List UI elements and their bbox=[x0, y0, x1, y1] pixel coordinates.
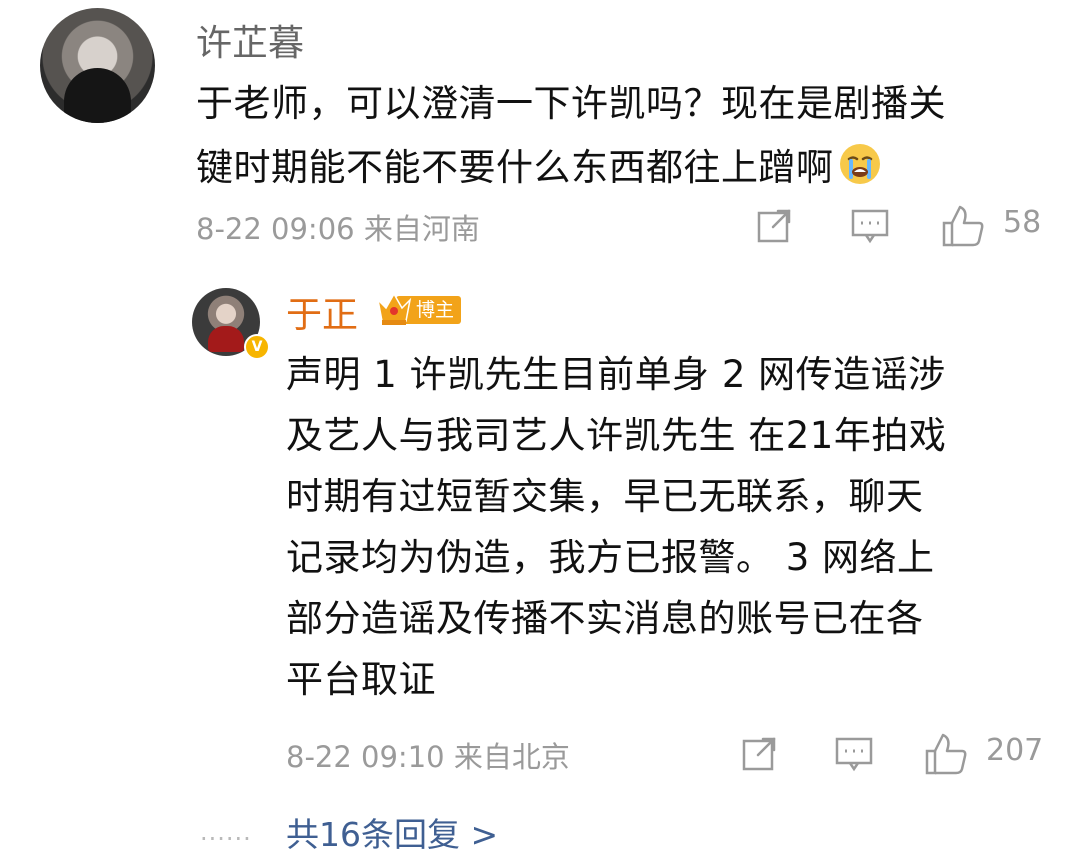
share-icon[interactable] bbox=[740, 733, 780, 773]
crying-face-emoji-icon bbox=[838, 142, 882, 186]
reply-username[interactable]: 于正 bbox=[286, 286, 358, 338]
thumbs-up-icon[interactable] bbox=[923, 731, 969, 777]
more-dots: ...... bbox=[200, 818, 252, 846]
reply-meta: 8-22 09:10 来自北京 bbox=[286, 740, 570, 774]
avatar[interactable] bbox=[40, 8, 155, 123]
reply-text-line: 声明 1 许凯先生目前单身 2 网传造谣涉 bbox=[286, 353, 946, 396]
comment-text-line-with-emoji: 键时期能不能不要什么东西都往上蹭啊 bbox=[196, 136, 1056, 200]
comment-text: 于老师，可以澄清一下许凯吗？现在是剧播关 键时期能不能不要什么东西都往上蹭啊 bbox=[196, 72, 1056, 200]
comment-meta: 8-22 09:06 来自河南 bbox=[196, 212, 480, 246]
reply-text-line: 时期有过短暂交集，早已无联系，聊天 bbox=[286, 475, 924, 518]
comment-username[interactable]: 许芷暮 bbox=[196, 14, 304, 66]
blogger-badge: 博主 bbox=[374, 290, 462, 328]
thumbs-up-icon[interactable] bbox=[940, 203, 986, 249]
like-count: 207 bbox=[986, 733, 1044, 768]
like-count: 58 bbox=[1003, 205, 1042, 240]
share-icon[interactable] bbox=[755, 205, 795, 245]
crown-icon bbox=[374, 290, 414, 326]
reply-text: 声明 1 许凯先生目前单身 2 网传造谣涉 及艺人与我司艺人许凯先生 在21年拍… bbox=[286, 344, 1046, 710]
comment-text-line: 于老师，可以澄清一下许凯吗？现在是剧播关 bbox=[196, 82, 946, 125]
reply-text-line: 记录均为伪造，我方已报警。 3 网络上 bbox=[286, 536, 935, 579]
comment-icon[interactable] bbox=[834, 733, 874, 773]
verified-badge: V bbox=[244, 334, 270, 360]
reply-text-line: 平台取证 bbox=[286, 658, 436, 701]
view-replies-link[interactable]: 共16条回复 > bbox=[286, 808, 498, 856]
comment-icon[interactable] bbox=[850, 205, 890, 245]
reply-text-line: 部分造谣及传播不实消息的账号已在各 bbox=[286, 597, 924, 640]
reply-text-line: 及艺人与我司艺人许凯先生 在21年拍戏 bbox=[286, 414, 947, 457]
comment-text-line: 键时期能不能不要什么东西都往上蹭啊 bbox=[196, 146, 834, 189]
